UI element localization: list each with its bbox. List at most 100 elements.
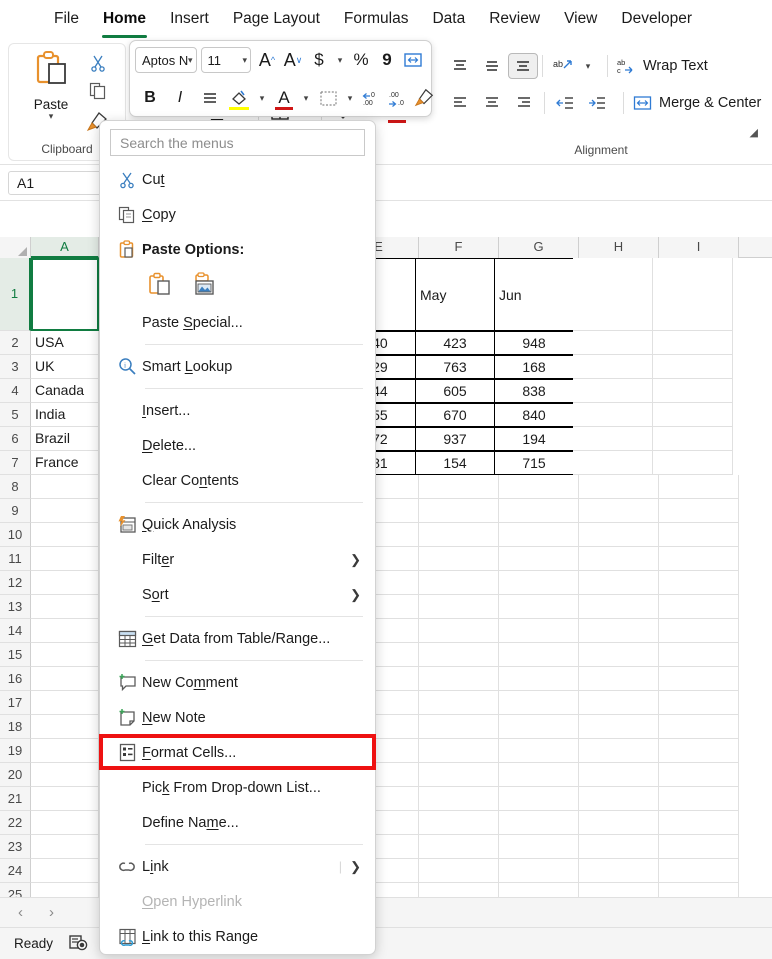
orientation-dropdown-icon[interactable]: ▾ bbox=[579, 51, 597, 81]
align-center-button[interactable] bbox=[476, 88, 508, 118]
cell-F15[interactable] bbox=[419, 643, 499, 667]
shrink-font-button[interactable]: A ∨ bbox=[280, 46, 306, 74]
cell-I8[interactable] bbox=[659, 475, 739, 499]
cell-H13[interactable] bbox=[579, 595, 659, 619]
cell-I10[interactable] bbox=[659, 523, 739, 547]
cell-A23[interactable] bbox=[31, 835, 99, 859]
row-header-12[interactable]: 12 bbox=[0, 571, 31, 595]
currency-format-button[interactable]: $ bbox=[306, 46, 332, 74]
cell-H12[interactable] bbox=[579, 571, 659, 595]
decrease-decimal-button[interactable]: 0.00 bbox=[359, 84, 385, 112]
cell-A10[interactable] bbox=[31, 523, 99, 547]
currency-dropdown-icon[interactable]: ▾ bbox=[332, 46, 348, 74]
cell-A5[interactable]: India bbox=[31, 403, 99, 427]
cell-I23[interactable] bbox=[659, 835, 739, 859]
cell-G16[interactable] bbox=[499, 667, 579, 691]
menu-item-delete[interactable]: Delete... bbox=[100, 428, 375, 463]
row-header-10[interactable]: 10 bbox=[0, 523, 31, 547]
italic-button-mini[interactable]: I bbox=[165, 84, 195, 112]
cell-F24[interactable] bbox=[419, 859, 499, 883]
row-header-15[interactable]: 15 bbox=[0, 643, 31, 667]
select-all-corner[interactable] bbox=[0, 237, 31, 258]
cell-G4[interactable]: 838 bbox=[494, 379, 574, 403]
cell-I15[interactable] bbox=[659, 643, 739, 667]
cell-I7[interactable] bbox=[653, 451, 733, 475]
macro-record-icon[interactable] bbox=[69, 934, 88, 954]
submenu-chevron-right-icon[interactable]: ❯ bbox=[350, 587, 361, 603]
cell-A9[interactable] bbox=[31, 499, 99, 523]
chevron-down-icon[interactable]: ▾ bbox=[188, 55, 193, 66]
row-header-22[interactable]: 22 bbox=[0, 811, 31, 835]
cell-F5[interactable]: 670 bbox=[415, 403, 495, 427]
cell-I5[interactable] bbox=[653, 403, 733, 427]
align-bottom-button[interactable] bbox=[508, 53, 538, 79]
copy-button[interactable] bbox=[89, 82, 107, 105]
cell-F20[interactable] bbox=[419, 763, 499, 787]
cell-A11[interactable] bbox=[31, 547, 99, 571]
cell-A18[interactable] bbox=[31, 715, 99, 739]
cell-F18[interactable] bbox=[419, 715, 499, 739]
ribbon-tab-review[interactable]: Review bbox=[477, 4, 552, 36]
cell-G5[interactable]: 840 bbox=[494, 403, 574, 427]
row-header-11[interactable]: 11 bbox=[0, 547, 31, 571]
row-header-19[interactable]: 19 bbox=[0, 739, 31, 763]
cell-G2[interactable]: 948 bbox=[494, 331, 574, 355]
cell-F21[interactable] bbox=[419, 787, 499, 811]
cell-G15[interactable] bbox=[499, 643, 579, 667]
paste-values-icon[interactable] bbox=[145, 269, 175, 299]
cell-I24[interactable] bbox=[659, 859, 739, 883]
cell-F23[interactable] bbox=[419, 835, 499, 859]
menu-item-get-data-from-table-range[interactable]: Get Data from Table/Range... bbox=[100, 621, 375, 656]
menu-search-input[interactable]: Search the menus bbox=[110, 129, 365, 156]
cell-I14[interactable] bbox=[659, 619, 739, 643]
name-box[interactable]: A1 bbox=[8, 170, 110, 195]
cell-G12[interactable] bbox=[499, 571, 579, 595]
menu-item-smart-lookup[interactable]: i Smart Lookup bbox=[100, 349, 375, 384]
cell-G22[interactable] bbox=[499, 811, 579, 835]
cell-H4[interactable] bbox=[573, 379, 653, 403]
cell-H23[interactable] bbox=[579, 835, 659, 859]
borders-dropdown-icon[interactable]: ▾ bbox=[341, 84, 359, 112]
cell-G19[interactable] bbox=[499, 739, 579, 763]
cell-A7[interactable]: France bbox=[31, 451, 99, 475]
cell-H24[interactable] bbox=[579, 859, 659, 883]
align-button-mini[interactable] bbox=[195, 84, 225, 112]
cell-H18[interactable] bbox=[579, 715, 659, 739]
row-header-17[interactable]: 17 bbox=[0, 691, 31, 715]
align-left-button[interactable] bbox=[444, 88, 476, 118]
cell-A21[interactable] bbox=[31, 787, 99, 811]
cell-G8[interactable] bbox=[499, 475, 579, 499]
cell-A3[interactable]: UK bbox=[31, 355, 99, 379]
align-middle-button[interactable] bbox=[476, 51, 508, 81]
row-header-14[interactable]: 14 bbox=[0, 619, 31, 643]
ribbon-tab-formulas[interactable]: Formulas bbox=[332, 4, 421, 36]
cell-A20[interactable] bbox=[31, 763, 99, 787]
column-header-I[interactable]: I bbox=[659, 237, 739, 258]
cell-G9[interactable] bbox=[499, 499, 579, 523]
cell-I21[interactable] bbox=[659, 787, 739, 811]
cell-A17[interactable] bbox=[31, 691, 99, 715]
decrease-indent-button[interactable] bbox=[549, 88, 581, 118]
font-size-combo[interactable]: 11 ▾ bbox=[200, 47, 251, 73]
fill-color-button-mini[interactable] bbox=[225, 84, 253, 112]
menu-item-new-comment[interactable]: New Comment bbox=[100, 665, 375, 700]
cell-H9[interactable] bbox=[579, 499, 659, 523]
percent-format-button[interactable]: % bbox=[348, 46, 374, 74]
cell-A4[interactable]: Canada bbox=[31, 379, 99, 403]
menu-item-copy[interactable]: Copy bbox=[100, 197, 375, 232]
row-header-16[interactable]: 16 bbox=[0, 667, 31, 691]
cell-F1[interactable]: May bbox=[415, 258, 495, 331]
grow-font-button[interactable]: A ^ bbox=[254, 46, 280, 74]
merge-center-button-mini[interactable] bbox=[400, 46, 426, 74]
cell-H8[interactable] bbox=[579, 475, 659, 499]
cell-H2[interactable] bbox=[573, 331, 653, 355]
cell-F13[interactable] bbox=[419, 595, 499, 619]
merge-center-button[interactable]: Merge & Center ▾ bbox=[628, 91, 772, 115]
cell-F2[interactable]: 423 bbox=[415, 331, 495, 355]
cell-A12[interactable] bbox=[31, 571, 99, 595]
cell-I11[interactable] bbox=[659, 547, 739, 571]
column-header-A[interactable]: A bbox=[31, 237, 99, 258]
cell-G18[interactable] bbox=[499, 715, 579, 739]
submenu-chevron-right-icon[interactable]: ❯ bbox=[339, 859, 361, 875]
cell-H1[interactable] bbox=[573, 258, 653, 331]
